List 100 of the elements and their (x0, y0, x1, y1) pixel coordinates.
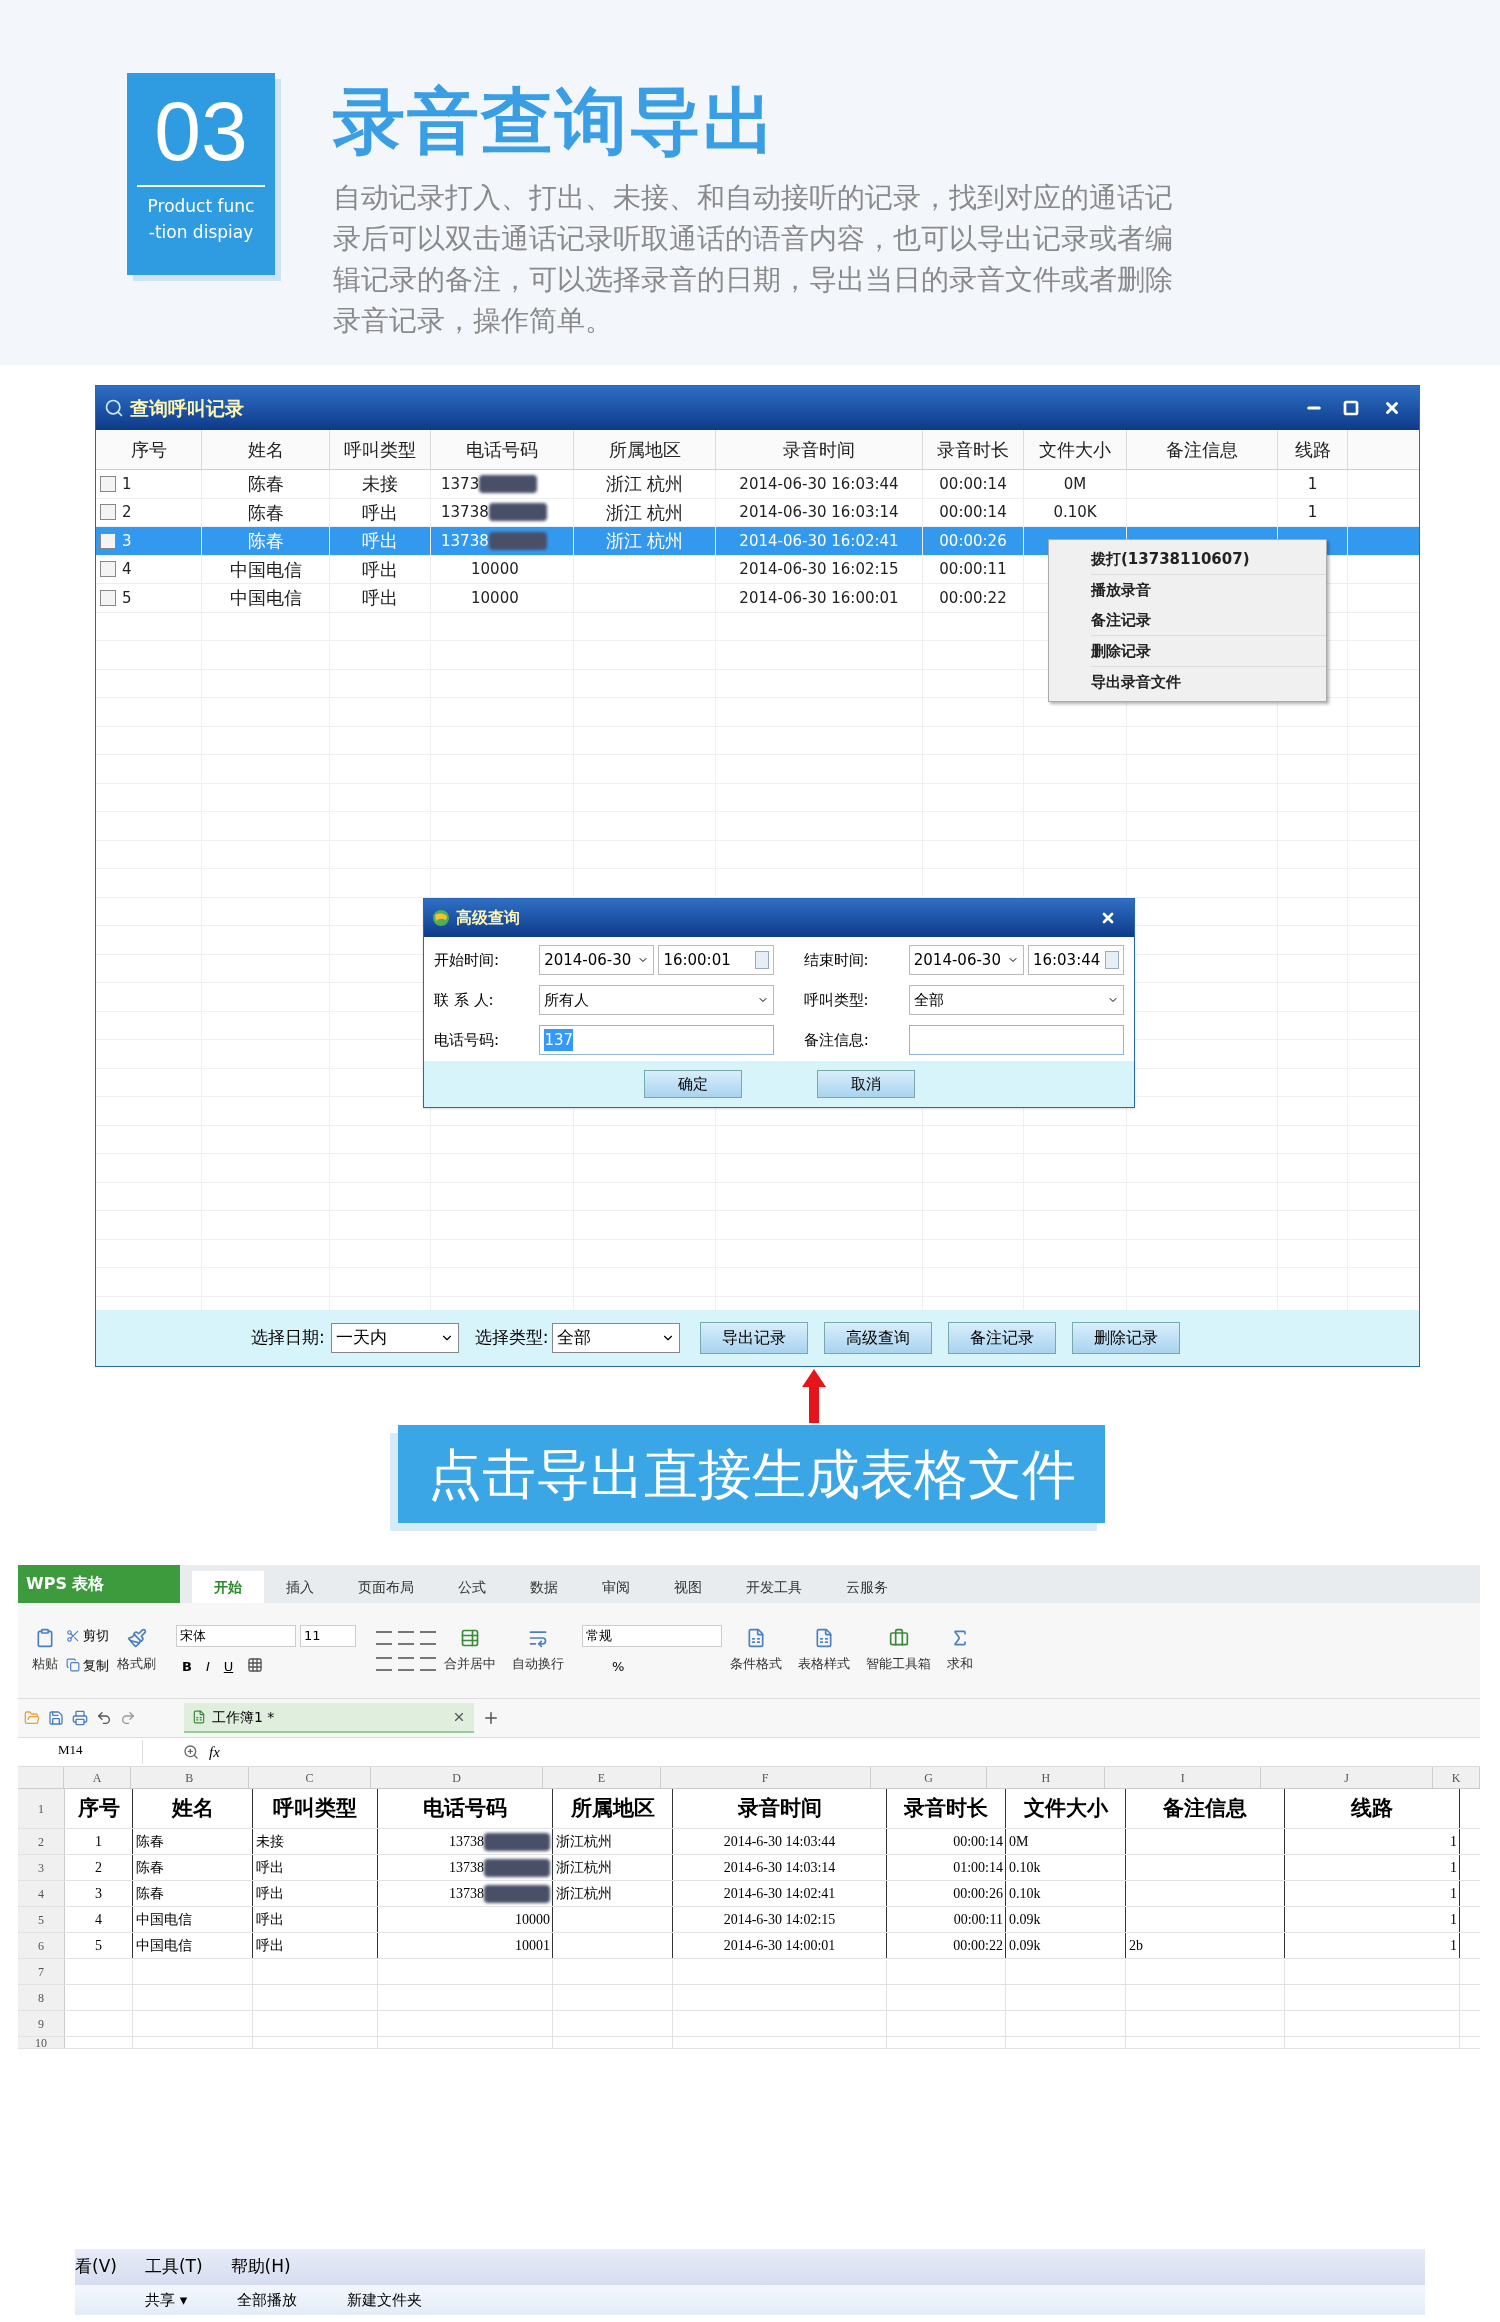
ribbon-tab[interactable]: 开发工具 (724, 1571, 824, 1603)
column-header[interactable]: 录音时长 (923, 430, 1024, 469)
menu-item[interactable]: 工具(T) (144, 2254, 203, 2280)
ribbon-tab[interactable]: 数据 (508, 1571, 580, 1603)
save-icon[interactable] (48, 1710, 64, 1726)
row-number[interactable]: 8 (18, 1985, 65, 2010)
row-checkbox[interactable] (100, 475, 116, 492)
record-row[interactable]: 1 陈春 未接 1373 浙江 杭州 2014-06-30 16:03:44 00:00:14 0M 1 (96, 470, 1419, 499)
column-header[interactable]: 姓名 (202, 430, 330, 469)
printer-icon[interactable] (72, 1710, 88, 1726)
ribbon-tab[interactable]: 插入 (264, 1571, 336, 1603)
italic-button[interactable]: I (205, 1656, 210, 1677)
merge-button[interactable]: 合并居中 (444, 1653, 496, 1674)
column-letter[interactable]: B (130, 1767, 249, 1788)
row-number[interactable]: 1 (18, 1789, 65, 1828)
column-letter[interactable]: K (1432, 1767, 1480, 1788)
type-dropdown[interactable]: 全部 (552, 1323, 681, 1353)
row-number[interactable]: 2 (18, 1829, 65, 1854)
date-range-dropdown[interactable]: 一天内 (330, 1323, 459, 1353)
row-number[interactable]: 6 (18, 1933, 65, 1958)
row-number[interactable]: 10 (18, 2037, 65, 2048)
app-menu-button[interactable]: WPS 表格 (18, 1565, 180, 1603)
menu-item[interactable]: 帮助(H) (230, 2254, 291, 2280)
row-number[interactable]: 7 (18, 1959, 65, 1984)
menu-item[interactable]: 看(V) (75, 2254, 117, 2280)
call-type-dropdown[interactable]: 全部 (908, 985, 1124, 1015)
ribbon-tab[interactable]: 视图 (652, 1571, 724, 1603)
ribbon-tab[interactable]: 页面布局 (336, 1571, 436, 1603)
align-icon[interactable] (398, 1630, 414, 1645)
menu-item[interactable]: 删除记录 (1091, 636, 1326, 666)
number-format-dropdown[interactable]: 常规 (582, 1624, 722, 1647)
toolbar-item[interactable]: 共享 ▾ (145, 2288, 188, 2312)
wrap-text-button[interactable]: 自动换行 (512, 1653, 564, 1674)
row-checkbox[interactable] (100, 532, 116, 549)
column-letter[interactable]: C (248, 1767, 372, 1788)
close-icon[interactable] (452, 1710, 466, 1724)
copy-button[interactable]: 复制 (83, 1655, 109, 1675)
column-header[interactable]: 呼叫类型 (330, 430, 431, 469)
ribbon-tab[interactable]: 公式 (436, 1571, 508, 1603)
toolbar-button[interactable]: 备注记录 (948, 1322, 1057, 1354)
font-dropdown[interactable]: 宋体 (176, 1624, 296, 1647)
new-tab-icon[interactable] (482, 1709, 500, 1727)
bold-button[interactable]: B (182, 1656, 192, 1677)
time-spinner[interactable]: 16:03:44 (1027, 945, 1124, 975)
toolbar-button[interactable]: 删除记录 (1072, 1322, 1181, 1354)
ribbon-tab[interactable]: 审阅 (580, 1571, 652, 1603)
toolbar-button[interactable]: 高级查询 (824, 1322, 933, 1354)
font-size-dropdown[interactable]: 11 (300, 1624, 356, 1647)
column-letter[interactable]: H (987, 1767, 1106, 1788)
row-checkbox[interactable] (100, 504, 116, 521)
underline-button[interactable]: U (223, 1656, 234, 1677)
column-letter[interactable]: A (64, 1767, 131, 1788)
toolbar-item[interactable]: 全部播放 (237, 2288, 298, 2312)
toolbar-button[interactable]: 导出记录 (700, 1322, 809, 1354)
column-header[interactable]: 录音时间 (716, 430, 923, 469)
column-letter[interactable]: F (660, 1767, 871, 1788)
column-letter[interactable]: J (1261, 1767, 1433, 1788)
column-letter[interactable]: G (870, 1767, 988, 1788)
column-header[interactable]: 备注信息 (1127, 430, 1278, 469)
paste-button[interactable]: 粘贴 (32, 1653, 58, 1674)
contact-dropdown[interactable]: 所有人 (539, 985, 774, 1015)
maximize-icon[interactable] (1343, 400, 1359, 416)
row-checkbox[interactable] (100, 589, 116, 606)
time-spinner[interactable]: 16:00:01 (658, 945, 774, 975)
conditional-format-button[interactable]: 条件格式 (730, 1653, 782, 1674)
ribbon-tab[interactable]: 开始 (192, 1571, 264, 1603)
close-icon[interactable] (1383, 399, 1401, 417)
table-style-button[interactable]: 表格样式 (798, 1653, 850, 1674)
document-tab[interactable]: 工作簿1 * (184, 1703, 474, 1733)
format-painter-button[interactable]: 格式刷 (117, 1653, 156, 1674)
dialog-button[interactable]: 取消 (816, 1070, 915, 1098)
border-icon[interactable] (247, 1656, 264, 1673)
column-header[interactable]: 序号 (96, 430, 202, 469)
column-letter[interactable]: E (542, 1767, 661, 1788)
menu-item[interactable]: 导出录音文件 (1091, 667, 1326, 697)
undo-icon[interactable] (96, 1710, 112, 1726)
toolbox-button[interactable]: 智能工具箱 (866, 1653, 931, 1674)
toolbar-item[interactable]: 新建文件夹 (347, 2288, 423, 2312)
date-dropdown[interactable]: 2014-06-30 (539, 945, 655, 975)
column-letter[interactable]: D (371, 1767, 543, 1788)
date-dropdown[interactable]: 2014-06-30 (908, 945, 1024, 975)
row-number[interactable]: 3 (18, 1855, 65, 1880)
align-icon[interactable] (376, 1630, 392, 1645)
column-header[interactable]: 线路 (1278, 430, 1348, 469)
column-letter[interactable]: I (1105, 1767, 1262, 1788)
align-icon[interactable] (376, 1656, 392, 1671)
sum-button[interactable]: 求和 (947, 1653, 973, 1674)
align-icon[interactable] (420, 1656, 436, 1671)
align-icon[interactable] (420, 1630, 436, 1645)
row-number[interactable]: 9 (18, 2011, 65, 2036)
column-header[interactable]: 电话号码 (431, 430, 574, 469)
row-number[interactable]: 4 (18, 1881, 65, 1906)
name-box[interactable]: M14 (18, 1740, 143, 1764)
note-input-field[interactable] (909, 1025, 1124, 1055)
dialog-button[interactable]: 确定 (643, 1070, 742, 1098)
zoom-icon[interactable] (183, 1744, 199, 1760)
close-icon[interactable] (1100, 910, 1116, 926)
row-number[interactable]: 5 (18, 1907, 65, 1932)
column-header[interactable]: 所属地区 (574, 430, 716, 469)
redo-icon[interactable] (120, 1710, 136, 1726)
